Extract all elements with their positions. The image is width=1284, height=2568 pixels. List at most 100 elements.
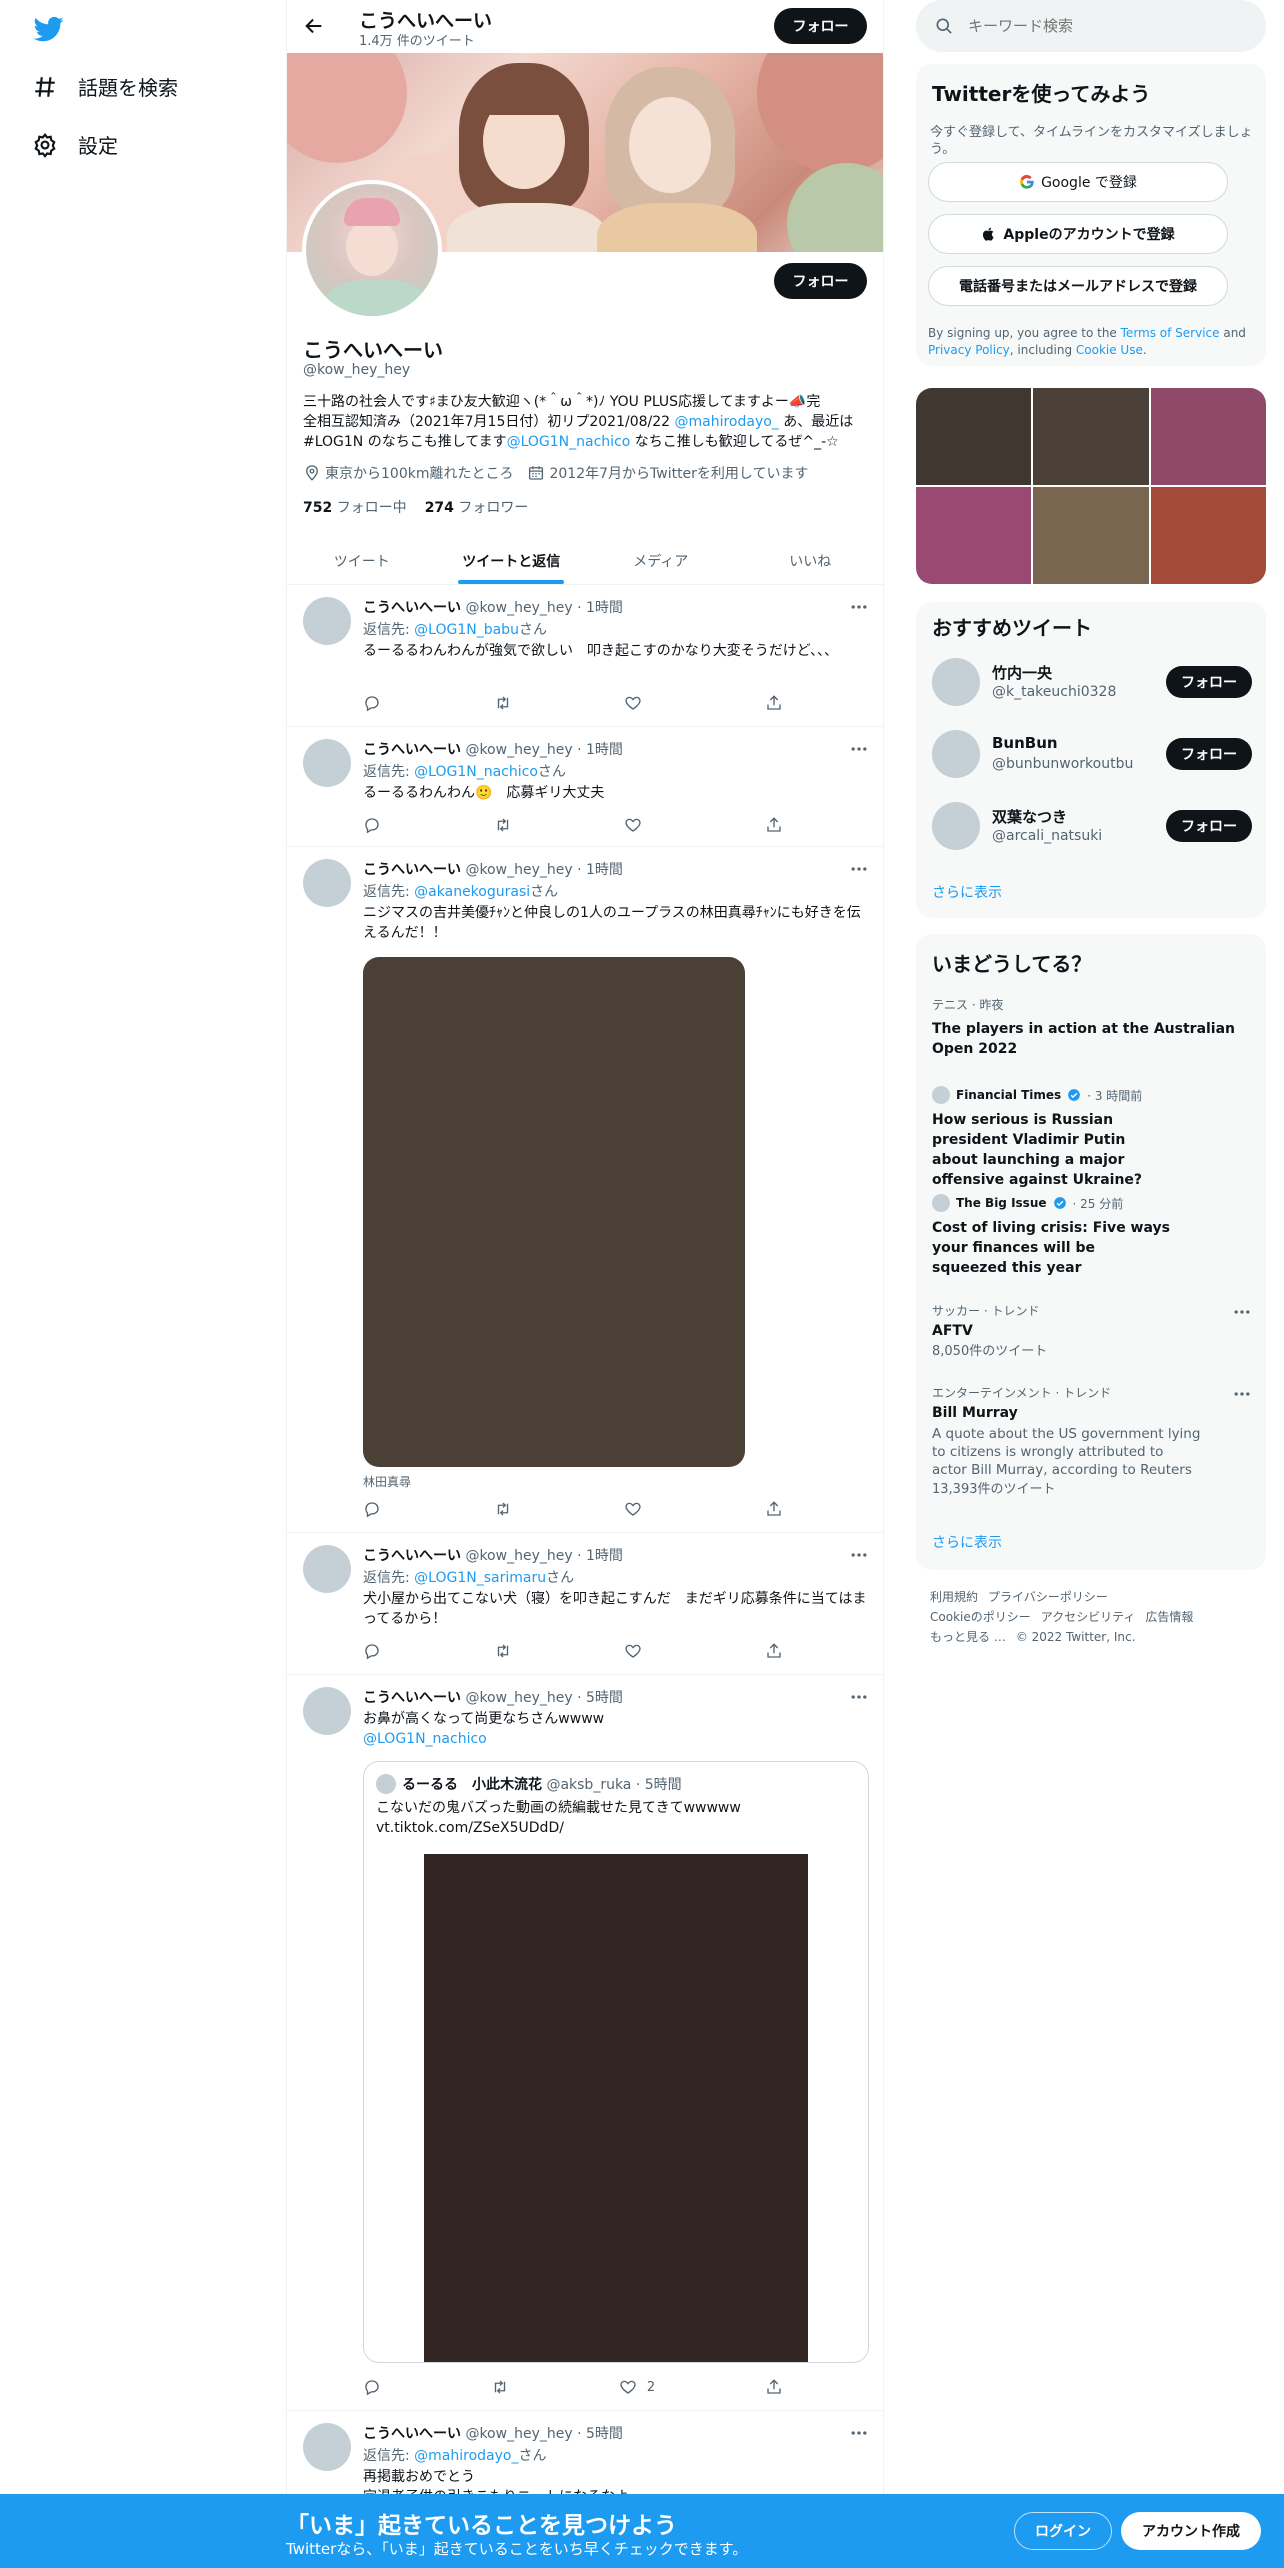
nav-settings[interactable]: 設定 (32, 130, 118, 159)
tweet-author-name[interactable]: こうへいへーい (363, 600, 461, 616)
quoted-tweet[interactable]: るーるる 小此木流花 @aksb_ruka · 5時間 こないだの鬼バズった動画… (363, 1761, 869, 2363)
retweet-button[interactable] (491, 2377, 509, 2397)
retweet-button[interactable] (494, 815, 512, 835)
retweet-button[interactable] (494, 1499, 512, 1519)
tab-media[interactable]: メディア (586, 538, 736, 584)
retweet-button[interactable] (494, 693, 512, 713)
recommend-user[interactable]: 竹内一央 @k_takeuchi0328 フォロー (932, 654, 1252, 710)
retweet-button[interactable] (494, 1641, 512, 1661)
recommend-follow-button[interactable]: フォロー (1166, 810, 1252, 842)
tweet-author-name[interactable]: こうへいへーい (363, 742, 461, 758)
tweet[interactable]: こうへいへーい @kow_hey_hey · 1時間 返信先: @akaneko… (287, 847, 883, 1533)
followers-link[interactable]: 274 フォロワー (425, 497, 529, 517)
share-button[interactable] (765, 693, 783, 713)
back-arrow-icon[interactable] (303, 15, 325, 37)
tweet-author-name[interactable]: こうへいへーい (363, 2426, 461, 2442)
like-button[interactable]: 2 (619, 2377, 655, 2397)
footer-more-link[interactable]: もっと見る … (930, 1630, 1006, 1644)
reply-button[interactable] (363, 2377, 381, 2397)
quoted-link[interactable]: vt.tiktok.com/ZSeX5UDdD/ (376, 1818, 856, 1838)
more-options-icon[interactable] (849, 1687, 869, 1707)
tweet-mention-link[interactable]: @LOG1N_nachico (363, 1731, 487, 1747)
bio-mention-link[interactable]: @mahirodayo_ (675, 414, 779, 430)
following-link[interactable]: 752 フォロー中 (303, 497, 407, 517)
media-thumbnail[interactable] (1150, 388, 1266, 485)
twitter-logo-icon[interactable] (32, 14, 66, 44)
avatar[interactable] (303, 2423, 351, 2471)
bio-mention-link[interactable]: @LOG1N_nachico (507, 434, 631, 450)
profile-follow-button[interactable]: フォロー (774, 263, 867, 299)
signup-button[interactable]: アカウント作成 (1121, 2512, 1261, 2550)
tab-tweets-replies[interactable]: ツイートと返信 (437, 538, 587, 584)
tweet-time[interactable]: · 1時間 (577, 600, 623, 616)
reply-to-link[interactable]: @mahirodayo_ (414, 2448, 518, 2464)
apple-signup-button[interactable]: Appleのアカウントで登録 (928, 214, 1228, 254)
recommend-user[interactable]: 双葉なつき @arcali_natsuki フォロー (932, 798, 1252, 854)
nav-explore[interactable]: 話題を検索 (32, 72, 178, 101)
more-options-icon[interactable] (849, 859, 869, 879)
tweet-time[interactable]: · 1時間 (577, 742, 623, 758)
header-follow-button[interactable]: フォロー (774, 8, 867, 44)
terms-of-service-link[interactable]: Terms of Service (1121, 326, 1220, 340)
footer-privacy-link[interactable]: プライバシーポリシー (988, 1590, 1108, 1604)
like-button[interactable] (624, 1499, 652, 1519)
more-options-icon[interactable] (1232, 1384, 1252, 1404)
footer-cookie-link[interactable]: Cookieのポリシー (930, 1610, 1031, 1624)
tweet-author-name[interactable]: こうへいへーい (363, 1548, 461, 1564)
trend-item[interactable]: Financial Times · 3 時間前 How serious is Ru… (932, 1086, 1172, 1190)
tab-likes[interactable]: いいね (736, 538, 884, 584)
profile-avatar[interactable] (302, 180, 442, 320)
avatar[interactable] (303, 1545, 351, 1593)
media-thumbnail[interactable] (916, 487, 1032, 584)
trends-show-more-link[interactable]: さらに表示 (932, 1532, 1002, 1552)
reply-button[interactable] (363, 815, 381, 835)
reply-to-link[interactable]: @LOG1N_babu (414, 622, 519, 638)
trend-item[interactable]: テニス · 昨夜 The players in action at the Au… (932, 996, 1252, 1059)
tweet-author-name[interactable]: こうへいへーい (363, 1690, 461, 1706)
media-thumbnail[interactable] (916, 388, 1032, 485)
trend-item[interactable]: サッカー · トレンド AFTV 8,050件のツイート (932, 1302, 1252, 1361)
footer-accessibility-link[interactable]: アクセシビリティ (1041, 1610, 1136, 1624)
reply-button[interactable] (363, 1499, 381, 1519)
share-button[interactable] (765, 1641, 783, 1661)
media-thumbnail[interactable] (1150, 487, 1266, 584)
search-input[interactable] (968, 17, 1218, 35)
recommend-user[interactable]: BunBun @bunbunworkoutbu フォロー (932, 726, 1252, 782)
share-button[interactable] (765, 1499, 783, 1519)
login-button[interactable]: ログイン (1014, 2512, 1112, 2550)
like-button[interactable] (624, 693, 652, 713)
google-signup-button[interactable]: Google で登録 (928, 162, 1228, 202)
reply-to-link[interactable]: @LOG1N_nachico (414, 764, 538, 780)
share-button[interactable] (765, 2377, 783, 2397)
more-options-icon[interactable] (849, 2423, 869, 2443)
tweet-time[interactable]: · 1時間 (577, 1548, 623, 1564)
search-box[interactable] (916, 0, 1266, 52)
reply-to-link[interactable]: @LOG1N_sarimaru (414, 1570, 546, 1586)
tweet-image[interactable] (363, 957, 745, 1467)
recommend-follow-button[interactable]: フォロー (1166, 666, 1252, 698)
avatar[interactable] (303, 739, 351, 787)
avatar[interactable] (303, 597, 351, 645)
quoted-video[interactable] (424, 1854, 808, 2362)
recommend-follow-button[interactable]: フォロー (1166, 738, 1252, 770)
phone-email-signup-button[interactable]: 電話番号またはメールアドレスで登録 (928, 266, 1228, 306)
avatar[interactable] (303, 1687, 351, 1735)
trend-item[interactable]: エンターテインメント · トレンド Bill Murray A quote ab… (932, 1384, 1252, 1499)
like-button[interactable] (624, 815, 652, 835)
like-button[interactable] (624, 1641, 652, 1661)
media-thumbnail[interactable] (1033, 487, 1149, 584)
cookie-use-link[interactable]: Cookie Use (1076, 343, 1143, 357)
tweet[interactable]: こうへいへーい @kow_hey_hey · 1時間 返信先: @LOG1N_n… (287, 727, 883, 847)
trend-item[interactable]: The Big Issue · 25 分前 Cost of living cris… (932, 1194, 1172, 1278)
media-thumbnail[interactable] (1033, 388, 1149, 485)
recommend-show-more-link[interactable]: さらに表示 (932, 882, 1002, 902)
footer-ads-link[interactable]: 広告情報 (1145, 1610, 1193, 1624)
tweet-author-name[interactable]: こうへいへーい (363, 862, 461, 878)
tweet[interactable]: こうへいへーい @kow_hey_hey · 1時間 返信先: @LOG1N_s… (287, 1533, 883, 1675)
tab-tweets[interactable]: ツイート (287, 538, 437, 584)
tweet[interactable]: こうへいへーい @kow_hey_hey · 1時間 返信先: @LOG1N_b… (287, 585, 883, 727)
more-options-icon[interactable] (849, 739, 869, 759)
footer-terms-link[interactable]: 利用規約 (930, 1590, 978, 1604)
tweet-time[interactable]: · 1時間 (577, 862, 623, 878)
more-options-icon[interactable] (849, 597, 869, 617)
